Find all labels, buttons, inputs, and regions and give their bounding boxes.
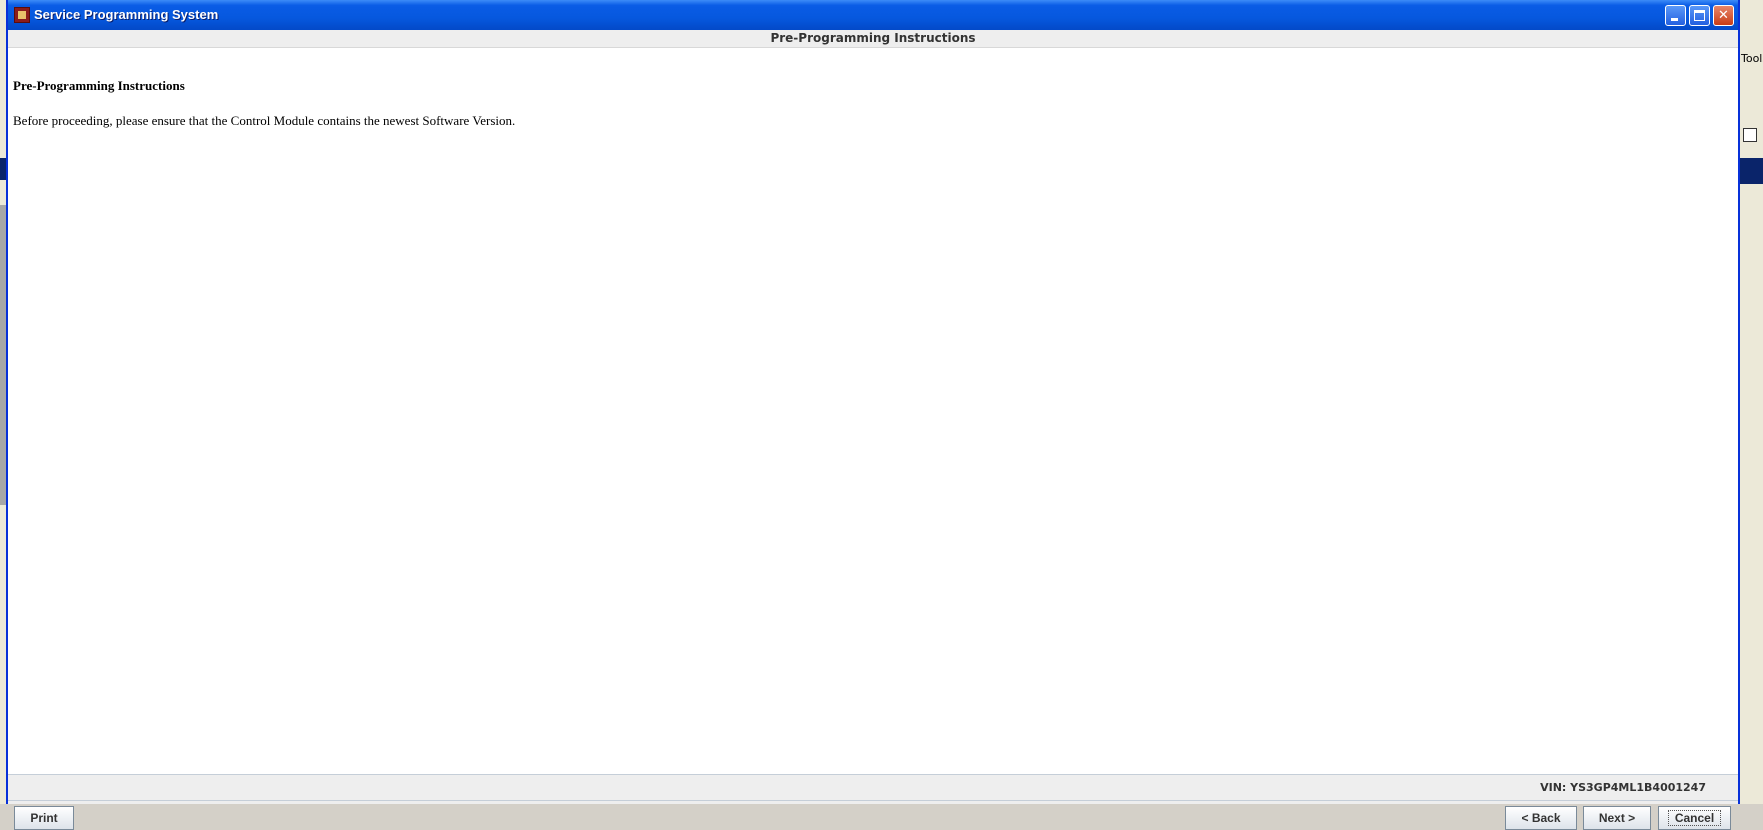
window-client-area: Pre-Programming Instructions Pre-Program…: [8, 30, 1738, 830]
background-app-header-strip: [1738, 158, 1763, 184]
close-button[interactable]: ✕: [1713, 5, 1734, 26]
maximize-button[interactable]: [1689, 5, 1710, 26]
print-button[interactable]: Print: [14, 806, 74, 830]
app-icon[interactable]: [14, 7, 30, 23]
background-app-right-edge: Tools: [1738, 0, 1763, 804]
next-button[interactable]: Next >: [1583, 806, 1651, 830]
vin-label: VIN: YS3GP4ML1B4001247: [1540, 781, 1706, 794]
page-header: Pre-Programming Instructions: [8, 30, 1738, 48]
cancel-button[interactable]: Cancel: [1658, 806, 1731, 830]
minimize-button[interactable]: [1665, 5, 1686, 26]
background-tools-menu: Tools: [1741, 52, 1763, 65]
back-button[interactable]: < Back: [1505, 806, 1577, 830]
vin-status-bar: VIN: YS3GP4ML1B4001247: [8, 775, 1738, 801]
minimize-icon: [1671, 18, 1678, 21]
instructions-heading: Pre-Programming Instructions: [13, 78, 185, 93]
close-icon: ✕: [1718, 8, 1729, 23]
instructions-panel: Pre-Programming Instructions Before proc…: [8, 48, 1738, 775]
window-title: Service Programming System: [34, 7, 219, 22]
service-programming-window: Service Programming System ✕ Pre-Program…: [6, 0, 1740, 830]
cancel-button-label: Cancel: [1667, 810, 1722, 826]
maximize-icon: [1694, 10, 1705, 21]
instructions-body: Before proceeding, please ensure that th…: [13, 113, 516, 128]
background-toolbar-icon: [1743, 128, 1757, 142]
title-bar[interactable]: Service Programming System ✕: [8, 0, 1738, 30]
